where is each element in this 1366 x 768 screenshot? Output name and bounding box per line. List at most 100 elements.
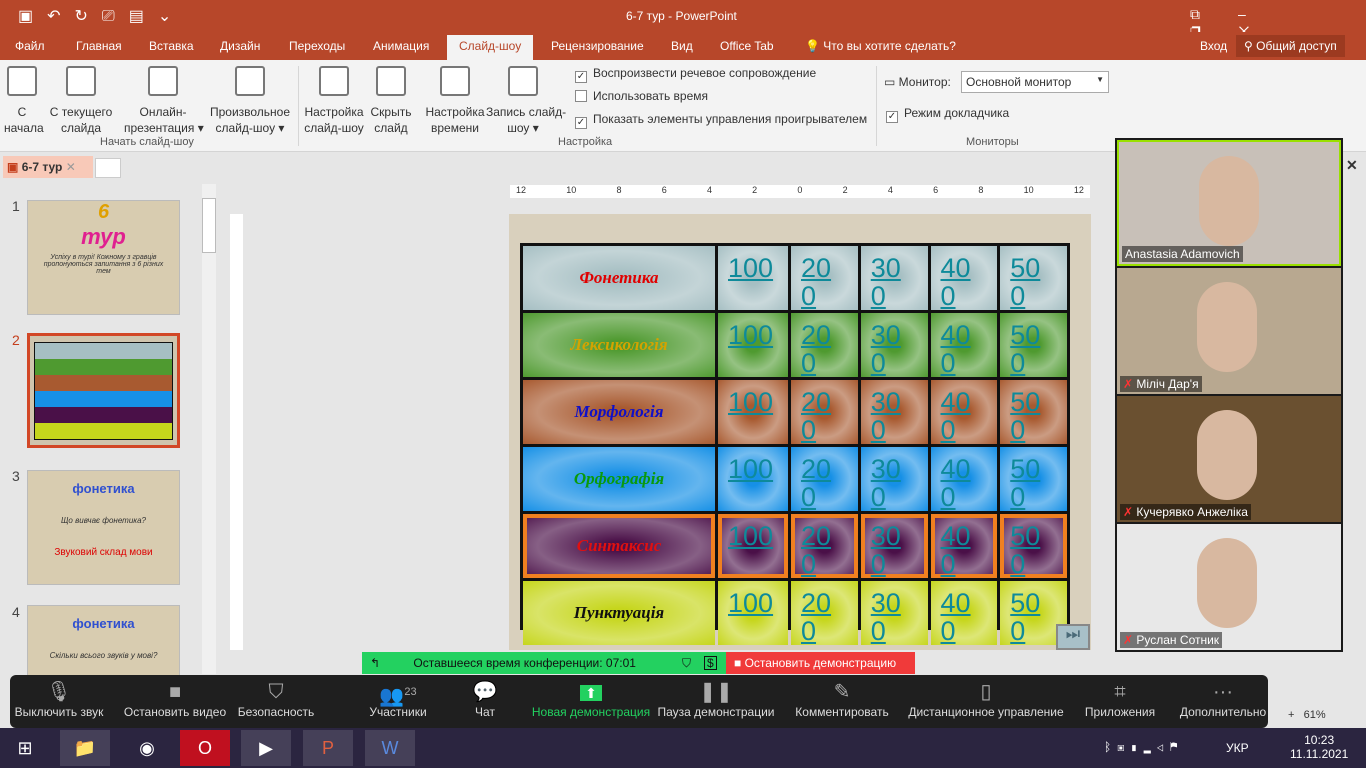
- question-cell[interactable]: 200: [791, 581, 858, 645]
- zoom-button-chat[interactable]: 💬 Чат: [470, 679, 500, 719]
- question-value-link[interactable]: 200: [791, 313, 839, 377]
- tab-4[interactable]: Переходы: [289, 39, 345, 53]
- question-value-link[interactable]: 100: [718, 581, 788, 617]
- question-cell[interactable]: 100: [718, 380, 788, 444]
- category-0[interactable]: Фонетика: [523, 246, 715, 310]
- question-cell[interactable]: 500: [1000, 380, 1067, 444]
- question-value-link[interactable]: 200: [791, 581, 839, 645]
- question-cell[interactable]: 300: [860, 313, 928, 377]
- question-cell[interactable]: 100: [718, 514, 788, 578]
- zoom-button-more[interactable]: ··· Дополнительно: [1178, 679, 1268, 719]
- windows-start-icon[interactable]: ⊞: [0, 730, 50, 766]
- question-cell[interactable]: 400: [930, 380, 998, 444]
- ribbon-button-2[interactable]: Онлайн-презентация ▾: [124, 64, 204, 136]
- word-taskbar-icon[interactable]: W: [365, 730, 415, 766]
- question-cell[interactable]: 500: [1000, 514, 1067, 578]
- tab-1[interactable]: Главная: [76, 39, 122, 53]
- clock[interactable]: 10:23 11.11.2021: [1290, 733, 1348, 761]
- quick-access-toolbar[interactable]: ▣↶↻⎚▤⌄: [18, 6, 185, 26]
- zoom-button-pause[interactable]: ❚❚ Пауза демонстрации: [656, 679, 776, 719]
- tab-10[interactable]: 💡 Что вы хотите сделать?: [805, 39, 956, 53]
- question-cell[interactable]: 100: [718, 246, 788, 310]
- participant-tile[interactable]: Anastasia Adamovich: [1117, 140, 1341, 266]
- tab-8[interactable]: Вид: [671, 39, 693, 53]
- question-cell[interactable]: 300: [860, 246, 928, 310]
- question-value-link[interactable]: 400: [931, 514, 979, 578]
- question-cell[interactable]: 100: [718, 581, 788, 645]
- next-slide-icon[interactable]: ⏭: [1056, 624, 1090, 650]
- zoom-level[interactable]: + 61%: [1288, 709, 1326, 721]
- question-value-link[interactable]: 200: [791, 514, 839, 578]
- question-value-link[interactable]: 400: [931, 447, 979, 511]
- question-cell[interactable]: 200: [791, 514, 858, 578]
- question-cell[interactable]: 400: [930, 581, 998, 645]
- ribbon-button-3[interactable]: Произвольное слайд-шоу ▾: [206, 64, 294, 136]
- ribbon-button-1[interactable]: С текущего слайда: [46, 64, 116, 136]
- question-cell[interactable]: 100: [718, 447, 788, 511]
- ribbon-button-0[interactable]: Сначала: [4, 64, 44, 136]
- category-2[interactable]: Морфологія: [523, 380, 715, 444]
- thumbnail-1[interactable]: 6 тур Успіху в турі! Кожному з гравців п…: [27, 200, 180, 315]
- question-value-link[interactable]: 300: [861, 380, 909, 444]
- question-value-link[interactable]: 500: [1000, 581, 1048, 645]
- question-cell[interactable]: 400: [930, 246, 998, 310]
- zoom-app-icon[interactable]: ▶: [241, 730, 291, 766]
- thumbnail-scrollbar[interactable]: [202, 184, 216, 674]
- new-tab-button[interactable]: [95, 158, 121, 178]
- ribbon-button-7[interactable]: Запись слайд-шоу ▾: [486, 64, 566, 136]
- explorer-icon[interactable]: 📁: [60, 730, 110, 766]
- zoom-button-participants[interactable]: 👥23 Участники: [356, 679, 440, 719]
- question-value-link[interactable]: 500: [1000, 246, 1048, 310]
- tab-2[interactable]: Вставка: [149, 39, 194, 53]
- tab-7[interactable]: Рецензирование: [551, 39, 644, 53]
- question-value-link[interactable]: 300: [861, 581, 909, 645]
- zoom-button-mic[interactable]: 🎙 Выключить звук: [14, 679, 104, 719]
- zoom-button-shield[interactable]: ⛉ Безопасность: [236, 679, 316, 719]
- monitor-select[interactable]: Основной монитор ▼: [961, 71, 1109, 93]
- question-cell[interactable]: 300: [860, 581, 928, 645]
- signin-link[interactable]: Вход: [1200, 39, 1227, 53]
- tab-0[interactable]: Файл: [15, 39, 45, 53]
- question-value-link[interactable]: 300: [861, 246, 909, 310]
- checkbox-presenter-view[interactable]: ✓ Режим докладчика: [886, 106, 1009, 123]
- thumbnail-3[interactable]: фонетика Що вивчає фонетика? Звуковий ск…: [27, 470, 180, 585]
- question-value-link[interactable]: 100: [718, 380, 788, 416]
- question-value-link[interactable]: 300: [861, 313, 909, 377]
- tab-3[interactable]: Дизайн: [220, 39, 260, 53]
- question-cell[interactable]: 300: [860, 447, 928, 511]
- question-cell[interactable]: 300: [860, 514, 928, 578]
- question-value-link[interactable]: 100: [718, 447, 788, 483]
- category-5[interactable]: Пунктуація: [523, 581, 715, 645]
- category-3[interactable]: Орфографія: [523, 447, 715, 511]
- participant-tile[interactable]: ✗ Міліч Дар'я: [1117, 268, 1341, 394]
- zoom-button-share[interactable]: ⬆ Новая демонстрация: [526, 679, 656, 719]
- question-cell[interactable]: 200: [791, 246, 858, 310]
- checkbox-narration[interactable]: ✓ Воспроизвести речевое сопровождение: [575, 66, 816, 83]
- zoom-button-video[interactable]: ■ Остановить видео: [120, 679, 230, 719]
- checkbox-media-controls[interactable]: ✓ Показать элементы управления проигрыват…: [575, 112, 867, 129]
- question-value-link[interactable]: 200: [791, 380, 839, 444]
- question-cell[interactable]: 200: [791, 447, 858, 511]
- question-value-link[interactable]: 400: [931, 246, 979, 310]
- question-cell[interactable]: 500: [1000, 313, 1067, 377]
- checkbox-use-timings[interactable]: Использовать время: [575, 89, 708, 103]
- question-value-link[interactable]: 400: [931, 313, 979, 377]
- question-value-link[interactable]: 300: [861, 447, 909, 511]
- question-value-link[interactable]: 500: [1000, 514, 1048, 578]
- category-1[interactable]: Лексикологія: [523, 313, 715, 377]
- question-value-link[interactable]: 100: [718, 313, 788, 349]
- question-cell[interactable]: 400: [930, 514, 998, 578]
- tell-me-input[interactable]: Что вы хотите сделать?: [823, 39, 956, 53]
- question-value-link[interactable]: 100: [718, 246, 788, 282]
- tab-active[interactable]: Слайд-шоу: [447, 35, 534, 60]
- ribbon-button-6[interactable]: Настройка времени: [422, 64, 488, 136]
- close-pane-icon[interactable]: ✕: [1346, 157, 1358, 174]
- question-cell[interactable]: 500: [1000, 447, 1067, 511]
- question-cell[interactable]: 200: [791, 313, 858, 377]
- participant-tile[interactable]: ✗ Руслан Сотник: [1117, 524, 1341, 650]
- participant-tile[interactable]: ✗ Кучерявко Анжеліка: [1117, 396, 1341, 522]
- zoom-button-apps[interactable]: ⌗ Приложения: [1080, 679, 1160, 719]
- tab-5[interactable]: Анимация: [373, 39, 429, 53]
- ribbon-button-5[interactable]: Скрыть слайд: [368, 64, 414, 136]
- ribbon-button-4[interactable]: Настройка слайд-шоу: [302, 64, 366, 136]
